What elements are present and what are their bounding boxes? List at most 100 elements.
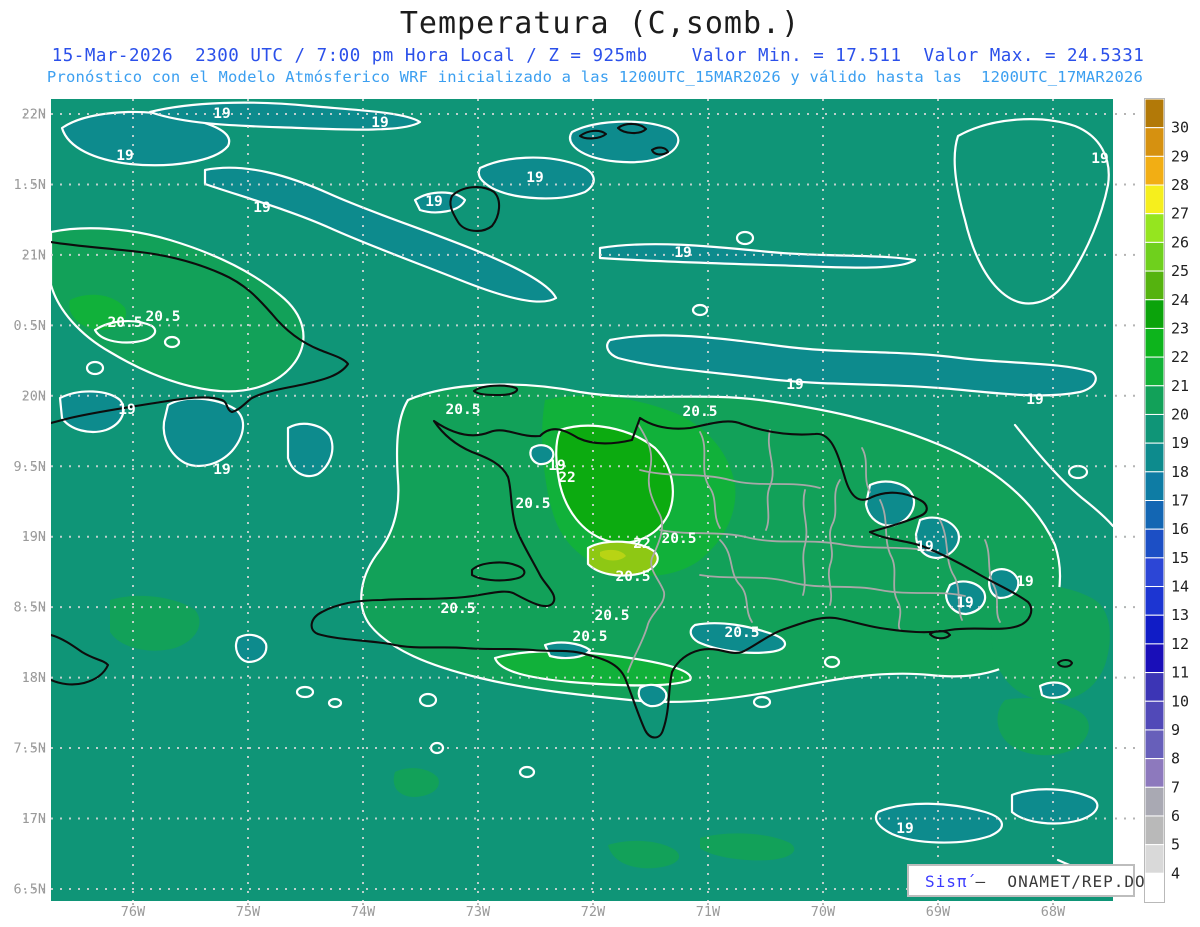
- branding-box: Sisπ́ – ONAMET/REP.DOM.: [907, 864, 1167, 897]
- colorbar-tick-label: 24: [1171, 291, 1189, 309]
- lat-label: 20N: [22, 388, 46, 404]
- colorbar-tick-label: 11: [1171, 664, 1189, 682]
- contour-label: 19: [118, 402, 135, 418]
- colorbar-tick-label: 9: [1171, 721, 1180, 739]
- lat-label: 0.5N: [13, 318, 46, 334]
- colorbar-tick-label: 14: [1171, 578, 1189, 596]
- colorbar-segment: [1144, 241, 1165, 272]
- colorbar-tick-label: 27: [1171, 205, 1189, 223]
- contour-label: 19: [916, 539, 933, 555]
- lat-label: 8.5N: [13, 600, 46, 616]
- contour-label: 20.5: [573, 629, 608, 645]
- lat-label: 17N: [22, 811, 46, 827]
- colorbar-tick-label: 19: [1171, 434, 1189, 452]
- contour-label: 19: [213, 462, 230, 478]
- colorbar-segment: [1144, 500, 1165, 530]
- colorbar-tick-label: 17: [1171, 492, 1189, 510]
- colorbar-segment: [1144, 413, 1165, 444]
- branding-label: Sisπ́ – ONAMET/REP.DOM.: [925, 872, 1167, 891]
- lon-label: 72W: [581, 904, 606, 920]
- colorbar-segment: [1144, 155, 1165, 186]
- contour-label: 19: [956, 595, 973, 611]
- colorbar-legend: 30 29 28 27 26 25 24 23 22 21 20 19 18 17 16 15 14 13 12 11…: [1144, 98, 1189, 903]
- lat-label: 22N: [22, 107, 46, 123]
- contour-label: 19: [896, 821, 913, 837]
- contour-label: 19: [253, 200, 270, 216]
- lat-label: 21N: [22, 247, 46, 263]
- colorbar-segment: [1144, 528, 1165, 559]
- lat-label: 19N: [22, 529, 46, 545]
- contour-label: 20.5: [146, 309, 181, 325]
- contour-label: 20.5: [662, 531, 697, 547]
- contour-label: 19: [674, 245, 691, 261]
- lon-label: 71W: [696, 904, 721, 920]
- forecast-valid-line: 15-Mar-2026 2300 UTC / 7:00 pm Hora Loca…: [52, 46, 1145, 66]
- colorbar-tick-label: 13: [1171, 606, 1189, 624]
- colorbar-tick-label: 21: [1171, 377, 1189, 395]
- colorbar-segment: [1144, 700, 1165, 731]
- contour-label: 19: [116, 148, 133, 164]
- colorbar-tick-label: 25: [1171, 262, 1189, 280]
- colorbar-segment: [1144, 643, 1165, 674]
- colorbar-tick-label: 8: [1171, 750, 1180, 768]
- lat-label: 1.5N: [13, 177, 46, 193]
- colorbar-segment: [1144, 299, 1165, 329]
- contour-label: 20.5: [446, 402, 481, 418]
- contour-label: 20.5: [595, 608, 630, 624]
- colorbar-segment: [1144, 98, 1165, 129]
- lat-label: 18N: [22, 670, 46, 686]
- lon-label: 73W: [466, 904, 491, 920]
- colorbar-segment: [1144, 872, 1165, 903]
- colorbar-tick-label: 10: [1171, 692, 1189, 710]
- temperature-map-figure: Temperatura (C,somb.) 15-Mar-2026 2300 U…: [13, 6, 1189, 920]
- colorbar-segment: [1144, 213, 1165, 243]
- colorbar-tick-label: 15: [1171, 549, 1189, 567]
- colorbar-segment: [1144, 270, 1165, 301]
- colorbar-segment: [1144, 758, 1165, 788]
- colorbar-segment: [1144, 127, 1165, 157]
- colorbar-segment: [1144, 672, 1165, 702]
- lon-label: 75W: [236, 904, 261, 920]
- lon-label: 70W: [811, 904, 836, 920]
- contour-label: 20.5: [516, 496, 551, 512]
- colorbar-tick-label: 18: [1171, 463, 1189, 481]
- contour-label: 19: [786, 377, 803, 393]
- contour-label: 19: [425, 194, 442, 210]
- map-plot-area: 19191919191919191919 1919191919191920.5 20…: [13, 99, 1166, 920]
- contour-label: 20.5: [725, 625, 760, 641]
- colorbar-tick-label: 30: [1171, 119, 1189, 137]
- contour-label: 19: [1091, 151, 1108, 167]
- colorbar-tick-label: 22: [1171, 348, 1189, 366]
- colorbar-tick-label: 26: [1171, 233, 1189, 251]
- colorbar-segment: [1144, 442, 1165, 473]
- lon-label: 69W: [926, 904, 951, 920]
- lat-label: 6.5N: [13, 881, 46, 897]
- branding-app-name: Sisπ́: [925, 872, 975, 891]
- model-init-line: Pronóstico con el Modelo Atmósferico WRF…: [47, 68, 1143, 86]
- colorbar-segment: [1144, 815, 1165, 846]
- colorbar-tick-label: 20: [1171, 405, 1189, 423]
- page-title: Temperatura (C,somb.): [400, 6, 800, 41]
- colorbar-tick-label: 16: [1171, 520, 1189, 538]
- colorbar-segment: [1144, 385, 1165, 415]
- colorbar-tick-label: 28: [1171, 176, 1189, 194]
- colorbar-segment: [1144, 786, 1165, 817]
- colorbar-tick-label: 4: [1171, 864, 1180, 882]
- colorbar-tick-label: 6: [1171, 807, 1180, 825]
- lon-label: 76W: [121, 904, 146, 920]
- contour-label: 20.5: [616, 569, 651, 585]
- lat-label: 9.5N: [13, 459, 46, 475]
- contour-label: 20.5: [108, 315, 143, 331]
- lon-label: 68W: [1041, 904, 1066, 920]
- colorbar-segment: [1144, 184, 1165, 215]
- contour-label: 20.5: [441, 601, 476, 617]
- colorbar-segment: [1144, 557, 1165, 588]
- contour-label: 19: [526, 170, 543, 186]
- colorbar-segment: [1144, 356, 1165, 387]
- lat-label: 7.5N: [13, 741, 46, 757]
- colorbar-segment: [1144, 729, 1165, 760]
- contour-label: 19: [213, 106, 230, 122]
- contour-label: 19: [1026, 392, 1043, 408]
- contour-label: 22: [558, 470, 575, 486]
- colorbar-tick-label: 7: [1171, 778, 1180, 796]
